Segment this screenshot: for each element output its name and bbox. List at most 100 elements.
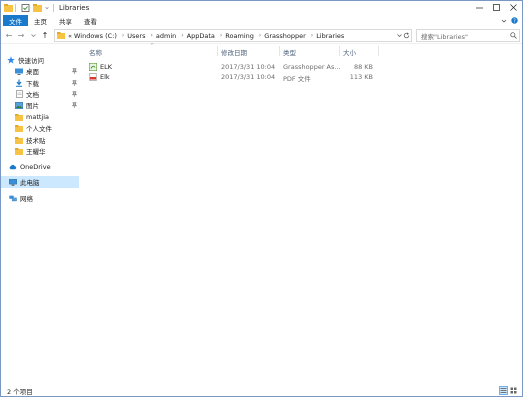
minimize-icon <box>476 7 483 9</box>
navigation-pane: 快速访问 桌面 下载 文档 图片 mattjia 个人文件 技术贴 王耀华 On… <box>1 45 81 385</box>
breadcrumb-item[interactable]: admin <box>156 32 176 40</box>
file-date: 2017/3/31 10:04 <box>221 73 276 81</box>
forward-button[interactable]: → <box>15 30 27 42</box>
tab-file[interactable]: 文件 <box>3 15 28 26</box>
pictures-icon <box>15 101 23 109</box>
title-bar: Libraries <box>1 1 522 14</box>
column-divider[interactable] <box>339 46 340 56</box>
nav-network[interactable]: 网络 <box>9 192 79 204</box>
pin-icon[interactable] <box>72 68 77 74</box>
maximize-icon <box>493 4 500 11</box>
address-bar[interactable]: « Windows (C:) › Users › admin › AppData… <box>54 29 412 42</box>
refresh-icon[interactable] <box>403 32 410 39</box>
window-controls <box>471 1 522 14</box>
window-title: Libraries <box>59 3 90 12</box>
column-divider[interactable] <box>279 46 280 56</box>
recent-locations-button[interactable] <box>27 30 39 42</box>
nav-onedrive[interactable]: OneDrive <box>9 161 79 173</box>
breadcrumb-item[interactable]: Grasshopper <box>264 32 306 40</box>
column-divider[interactable] <box>217 46 218 56</box>
column-header-row: ^ 名称 修改日期 类型 大小 <box>85 43 385 57</box>
column-header-name[interactable]: 名称 <box>89 47 102 57</box>
separator <box>53 3 54 12</box>
breadcrumb-separator-icon[interactable]: › <box>150 32 152 39</box>
file-list: ^ 名称 修改日期 类型 大小 ELK 2017/3/31 10:04 Gras… <box>85 43 520 385</box>
pin-icon[interactable] <box>72 102 77 108</box>
breadcrumb-separator-icon[interactable]: › <box>122 32 124 39</box>
expand-ribbon-icon[interactable] <box>501 18 507 24</box>
ribbon-right-controls: ? <box>501 15 518 26</box>
nav-label: 文档 <box>26 91 39 99</box>
properties-icon[interactable] <box>21 3 30 12</box>
pin-icon[interactable] <box>72 91 77 97</box>
breadcrumb-overflow[interactable]: « <box>68 32 72 40</box>
breadcrumb-item[interactable]: AppData <box>187 32 215 40</box>
breadcrumb-separator-icon[interactable]: › <box>181 32 183 39</box>
minimize-button[interactable] <box>471 1 488 14</box>
help-icon[interactable]: ? <box>511 17 518 24</box>
maximize-button[interactable] <box>488 1 505 14</box>
tab-view[interactable]: 查看 <box>78 15 103 26</box>
breadcrumb-separator-icon[interactable]: › <box>311 32 313 39</box>
breadcrumb-item[interactable]: Roaming <box>225 32 254 40</box>
svg-text:?: ? <box>513 18 516 24</box>
nav-item-wang-yaohua[interactable]: 王耀华 <box>15 145 79 157</box>
star-icon <box>7 56 15 64</box>
document-icon <box>15 90 23 98</box>
back-button[interactable]: ← <box>3 30 15 42</box>
breadcrumb-item[interactable]: Windows (C:) <box>74 32 117 40</box>
folder-icon <box>4 3 13 12</box>
file-type: Grasshopper As... <box>283 63 341 71</box>
nav-label: OneDrive <box>20 163 51 171</box>
large-icons-view-icon <box>510 387 517 394</box>
file-date: 2017/3/31 10:04 <box>221 63 276 71</box>
nav-label: 快速访问 <box>18 57 44 65</box>
nav-label: 此电脑 <box>20 179 40 187</box>
sort-indicator-icon: ^ <box>150 43 155 49</box>
column-divider[interactable] <box>378 46 379 56</box>
explorer-window: Libraries 文件 主页 共享 查看 ? ← → ↑ « Windows … <box>0 0 523 397</box>
nav-item-pictures[interactable]: 图片 <box>15 99 79 111</box>
breadcrumb-item[interactable]: Users <box>127 32 145 40</box>
nav-this-pc[interactable]: 此电脑 <box>1 176 79 188</box>
tab-home[interactable]: 主页 <box>28 15 53 26</box>
download-icon <box>15 79 23 87</box>
folder-icon <box>57 32 65 39</box>
folder-icon <box>15 147 23 155</box>
column-header-type[interactable]: 类型 <box>283 47 296 57</box>
breadcrumb-separator-icon[interactable]: › <box>220 32 222 39</box>
nav-label: 下载 <box>26 80 39 88</box>
chevron-down-icon <box>30 34 36 37</box>
column-header-date[interactable]: 修改日期 <box>221 47 247 57</box>
address-history-icon[interactable] <box>397 33 402 38</box>
file-size: 88 KB <box>353 63 373 71</box>
search-input[interactable]: 搜索"Libraries" <box>416 29 520 42</box>
folder-icon <box>15 113 23 121</box>
column-header-size[interactable]: 大小 <box>343 47 356 57</box>
search-icon[interactable] <box>510 32 517 39</box>
grasshopper-assembly-icon <box>89 63 97 71</box>
up-button[interactable]: ↑ <box>39 30 51 42</box>
breadcrumb-separator-icon[interactable]: › <box>259 32 261 39</box>
details-view-button[interactable] <box>499 386 508 395</box>
address-row: ← → ↑ « Windows (C:) › Users › admin › A… <box>1 28 522 44</box>
table-row[interactable]: Elk 2017/3/31 10:04 PDF 文件 113 KB <box>89 72 379 83</box>
large-icons-view-button[interactable] <box>509 386 518 395</box>
cloud-icon <box>9 163 17 171</box>
nav-label: 技术贴 <box>26 137 46 145</box>
nav-item-desktop[interactable]: 桌面 <box>15 65 79 77</box>
nav-item-personal-files[interactable]: 个人文件 <box>15 122 79 134</box>
close-button[interactable] <box>505 1 522 14</box>
table-row[interactable]: ELK 2017/3/31 10:04 Grasshopper As... 88… <box>89 62 379 72</box>
separator <box>15 3 16 12</box>
close-icon <box>510 4 517 11</box>
customize-quick-access-icon[interactable] <box>45 4 51 12</box>
desktop-icon <box>15 67 23 75</box>
computer-icon <box>9 178 17 186</box>
new-folder-icon[interactable] <box>33 3 42 12</box>
tab-share[interactable]: 共享 <box>53 15 78 26</box>
pin-icon[interactable] <box>72 80 77 86</box>
nav-label: 图片 <box>26 102 39 110</box>
ribbon-tabs: 文件 主页 共享 查看 ? <box>1 14 522 27</box>
breadcrumb-item[interactable]: Libraries <box>316 32 344 40</box>
